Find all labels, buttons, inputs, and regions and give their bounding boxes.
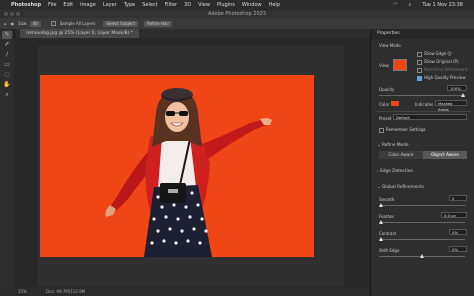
refine-mode-toggle: Color Aware Object Aware	[379, 151, 467, 159]
menu-app[interactable]: Photoshop	[11, 2, 41, 8]
select-subject-button[interactable]: Select Subject	[103, 20, 139, 27]
tools-panel: ✎ ✐ ∕ ▭ ◌ ✋ ⌕	[0, 29, 15, 287]
brush-preset-icon[interactable]: ◉	[11, 21, 15, 26]
refine-mode-label: Refine Mode	[381, 143, 409, 148]
menubar: Photoshop File Edit Image Layer Type Sel…	[0, 0, 474, 10]
menu-view[interactable]: View	[198, 2, 210, 8]
contrast-label: Contrast	[379, 231, 397, 236]
menu-filter[interactable]: Filter	[165, 2, 177, 8]
overlay-color-swatch[interactable]	[391, 101, 399, 106]
menu-type[interactable]: Type	[124, 2, 135, 8]
realtime-refinement-label: Real-time Refinement	[424, 67, 468, 72]
status-bar: 25% Doc: 99.7M/112.9M	[0, 287, 370, 296]
shift-edge-slider-knob[interactable]	[420, 254, 424, 258]
document-tab-bar: removebg.jpg @ 25% (Layer 0, Layer Mask/…	[14, 29, 370, 38]
contrast-field[interactable]: 0%	[449, 229, 467, 235]
opacity-field[interactable]: 100%	[447, 85, 467, 91]
size-field[interactable]: 40	[29, 20, 41, 27]
sample-all-layers-label: Sample All Layers	[59, 21, 96, 26]
document-tab[interactable]: removebg.jpg @ 25% (Layer 0, Layer Mask/…	[20, 29, 139, 38]
panel-title: Properties	[371, 29, 474, 39]
zoom-window-button[interactable]	[16, 12, 20, 16]
search-icon[interactable]: ⌕	[409, 2, 412, 8]
color-label: Color	[379, 102, 390, 107]
menu-select[interactable]: Select	[142, 2, 157, 8]
contrast-slider-knob[interactable]	[379, 237, 383, 241]
object-selection-icon[interactable]: ▭	[2, 61, 12, 69]
edge-detection-heading[interactable]: › Edge Detection	[377, 169, 413, 174]
refine-edge-brush-icon[interactable]: ✐	[2, 41, 12, 49]
smooth-field[interactable]: 0	[449, 195, 467, 201]
size-label: Size:	[18, 21, 28, 26]
shift-edge-slider[interactable]	[379, 254, 465, 258]
photo-canvas[interactable]	[40, 75, 314, 257]
quick-selection-tool-icon[interactable]: ✎	[2, 31, 12, 39]
color-aware-button[interactable]: Color Aware	[379, 151, 423, 159]
view-label: View:	[379, 63, 390, 68]
wifi-icon[interactable]: ◠	[393, 2, 397, 8]
window-controls	[4, 12, 20, 16]
properties-panel: Properties View Mode View: Show Edge (J)…	[370, 29, 474, 296]
show-original-checkbox[interactable]	[417, 59, 422, 65]
sample-all-layers-checkbox[interactable]	[50, 21, 56, 26]
close-window-button[interactable]	[4, 12, 8, 16]
refine-hair-button[interactable]: Refine Hair	[144, 20, 173, 27]
menu-3d[interactable]: 3D	[184, 2, 191, 8]
show-edge-label: Show Edge (J)	[424, 51, 452, 56]
woman-photo	[105, 88, 272, 257]
clock: Tue 1 Nov 23:38	[422, 2, 463, 8]
panel-divider	[375, 111, 471, 112]
zoom-level[interactable]: 25%	[18, 289, 27, 294]
doc-size: Doc: 99.7M/112.9M	[46, 289, 86, 294]
contrast-slider[interactable]	[379, 237, 465, 241]
feather-slider[interactable]	[379, 220, 465, 224]
indicates-label: Indicates	[415, 102, 434, 107]
indicates-select[interactable]: Masked Areas	[435, 100, 467, 112]
view-thumbnail[interactable]	[393, 59, 407, 71]
home-icon[interactable]: ⌂	[4, 21, 7, 26]
preset-select[interactable]: Default	[393, 114, 467, 120]
zoom-tool-icon[interactable]: ⌕	[2, 91, 12, 99]
global-refinements-label: Global Refinements	[381, 185, 425, 190]
hq-preview-checkbox[interactable]	[417, 75, 422, 81]
refine-mode-heading[interactable]: ⌄ Refine Mode	[377, 143, 409, 148]
window-titlebar: Adobe Photoshop 2023	[0, 10, 474, 18]
opacity-label: Opacity	[379, 87, 395, 92]
hand-tool-icon[interactable]: ✋	[2, 81, 12, 89]
smooth-slider-knob[interactable]	[379, 203, 383, 207]
realtime-refinement-checkbox[interactable]	[417, 67, 422, 73]
global-refinements-heading[interactable]: ⌄ Global Refinements	[377, 185, 424, 190]
feather-field[interactable]: 0.0 px	[441, 212, 467, 218]
menu-file[interactable]: File	[48, 2, 56, 8]
hq-preview-label: High Quality Preview	[424, 75, 466, 80]
shift-edge-field[interactable]: 0%	[449, 246, 467, 252]
feather-slider-knob[interactable]	[379, 220, 383, 224]
opacity-slider-knob[interactable]	[461, 93, 465, 97]
opacity-slider[interactable]	[379, 93, 465, 97]
show-edge-checkbox[interactable]	[417, 51, 422, 57]
menu-help[interactable]: Help	[269, 2, 280, 8]
brush-tool-icon[interactable]: ∕	[2, 51, 12, 59]
edge-detection-label: Edge Detection	[380, 169, 414, 174]
show-original-label: Show Original (P)	[424, 59, 459, 64]
feather-label: Feather	[379, 214, 395, 219]
minimize-window-button[interactable]	[10, 12, 14, 16]
remember-settings-checkbox[interactable]	[379, 127, 384, 133]
menubar-status: ◠ ⌕ Tue 1 Nov 23:38	[393, 0, 470, 10]
smooth-slider[interactable]	[379, 203, 465, 207]
object-aware-button[interactable]: Object Aware	[423, 151, 467, 159]
preset-label: Preset	[379, 116, 392, 121]
lasso-tool-icon[interactable]: ◌	[2, 71, 12, 79]
menu-layer[interactable]: Layer	[103, 2, 117, 8]
remember-settings-label: Remember Settings	[386, 127, 426, 132]
shift-edge-label: Shift Edge	[379, 248, 400, 253]
window-title: Adobe Photoshop 2023	[208, 11, 266, 17]
menu-edit[interactable]: Edit	[63, 2, 73, 8]
menu-window[interactable]: Window	[242, 2, 262, 8]
menu-image[interactable]: Image	[80, 2, 96, 8]
menu-plugins[interactable]: Plugins	[217, 2, 235, 8]
view-mode-heading: View Mode	[379, 43, 401, 48]
smooth-label: Smooth	[379, 197, 395, 202]
